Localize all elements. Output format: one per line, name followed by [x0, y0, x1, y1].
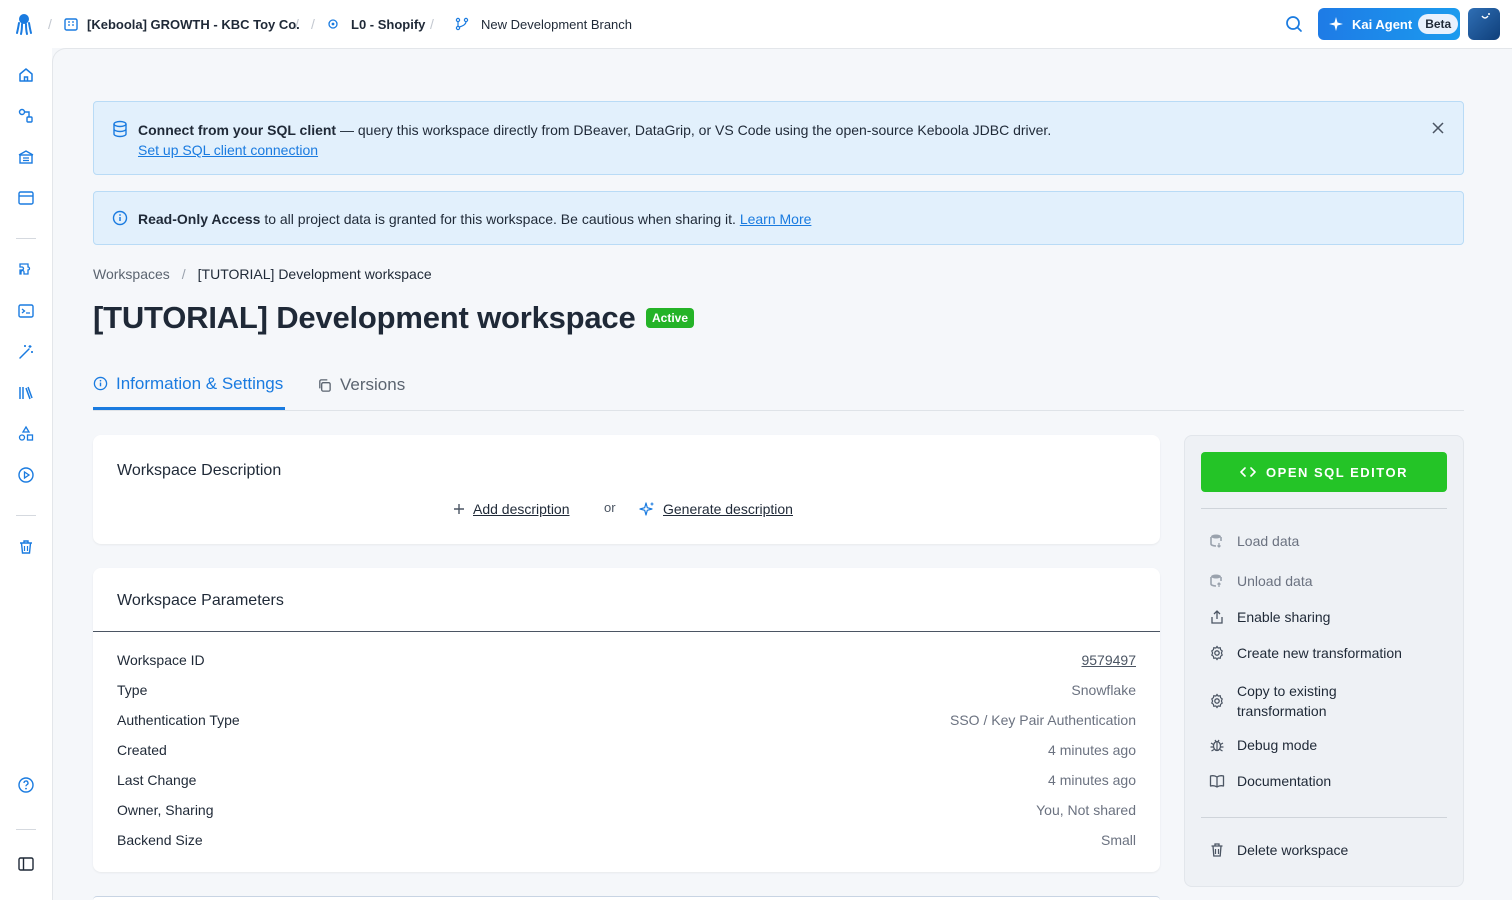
top-bar: / [Keboola] GROWTH - KBC Toy Co. / / L0 …	[0, 0, 1512, 48]
status-badge: Active	[646, 308, 695, 328]
param-row-created: Created 4 minutes ago	[117, 742, 1136, 758]
flows-icon[interactable]	[17, 107, 35, 125]
read-only-text: to all project data is granted for this …	[260, 211, 740, 227]
sparkle-icon	[639, 501, 655, 517]
copy-transformation-action[interactable]: Copy to existing transformation	[1209, 681, 1337, 721]
project-crumb[interactable]: [Keboola] GROWTH - KBC Toy Co.	[63, 0, 300, 48]
workspace-id-value[interactable]: 9579497	[1081, 652, 1136, 672]
param-row-auth-type: Authentication Type SSO / Key Pair Authe…	[117, 712, 1136, 728]
sparkle-icon	[1328, 16, 1344, 32]
play-icon[interactable]	[17, 466, 35, 484]
unload-data-action[interactable]: Unload data	[1209, 573, 1313, 589]
open-sql-editor-button[interactable]: OPEN SQL EDITOR	[1201, 452, 1447, 492]
terminal-icon[interactable]	[17, 302, 35, 320]
database-unload-icon	[1209, 573, 1225, 589]
sql-banner-text: — query this workspace directly from DBe…	[336, 122, 1052, 138]
bug-icon	[1209, 737, 1225, 753]
workspaces-icon[interactable]	[17, 189, 35, 207]
sidebar	[0, 48, 52, 900]
components-icon[interactable]	[17, 261, 35, 279]
delete-workspace-action[interactable]: Delete workspace	[1209, 842, 1348, 858]
keboola-logo-icon[interactable]	[14, 12, 34, 36]
project-icon	[63, 16, 79, 32]
storage-icon[interactable]	[17, 148, 35, 166]
documentation-action[interactable]: Documentation	[1209, 773, 1331, 789]
actions-panel: OPEN SQL EDITOR Load data Unload data En…	[1184, 435, 1464, 887]
trash-icon[interactable]	[17, 538, 35, 556]
shapes-icon[interactable]	[17, 425, 35, 443]
branch-icon	[455, 17, 469, 31]
enable-sharing-action[interactable]: Enable sharing	[1209, 609, 1330, 625]
tabs: Information & Settings Versions	[93, 360, 1464, 411]
home-icon[interactable]	[17, 66, 35, 84]
next-card-edge	[93, 896, 1160, 900]
library-icon[interactable]	[17, 384, 35, 402]
breadcrumb: Workspaces / [TUTORIAL] Development work…	[93, 266, 432, 282]
book-icon	[1209, 773, 1225, 789]
param-row-owner-sharing: Owner, Sharing You, Not shared	[117, 802, 1136, 818]
branch-crumb[interactable]: New Development Branch	[455, 0, 632, 48]
project-name: [Keboola] GROWTH - KBC Toy Co.	[87, 16, 300, 32]
copy-icon	[317, 378, 332, 393]
gear-icon	[1209, 645, 1225, 661]
folder-name: L0 - Shopify	[351, 16, 426, 32]
tab-versions[interactable]: Versions	[317, 360, 405, 410]
tab-information-settings[interactable]: Information & Settings	[93, 360, 285, 410]
share-icon	[1209, 609, 1225, 625]
avatar[interactable]	[1468, 8, 1500, 40]
shopify-icon	[327, 18, 339, 30]
generate-description-button[interactable]: Generate description	[639, 501, 793, 517]
description-card: Workspace Description Add description or…	[93, 435, 1160, 544]
breadcrumb-workspaces[interactable]: Workspaces	[93, 266, 170, 282]
magic-wand-icon[interactable]	[17, 343, 35, 361]
learn-more-link[interactable]: Learn More	[740, 211, 812, 227]
code-icon	[1240, 466, 1256, 478]
kai-agent-button[interactable]: Kai Agent Beta	[1318, 8, 1460, 40]
description-title: Workspace Description	[117, 462, 282, 479]
sidebar-toggle-icon[interactable]	[17, 855, 35, 873]
gear-icon	[1209, 693, 1225, 709]
sql-setup-link[interactable]: Set up SQL client connection	[138, 142, 318, 158]
help-icon[interactable]	[17, 776, 35, 794]
read-only-banner: Read-Only Access to all project data is …	[93, 191, 1464, 245]
branch-name: New Development Branch	[481, 16, 633, 32]
param-row-type: Type Snowflake	[117, 682, 1136, 698]
sql-client-banner: Connect from your SQL client — query thi…	[93, 101, 1464, 175]
database-icon	[112, 120, 128, 138]
info-icon	[112, 210, 128, 226]
search-icon[interactable]	[1284, 14, 1304, 34]
create-transformation-action[interactable]: Create new transformation	[1209, 645, 1402, 661]
param-row-backend-size: Backend Size Small	[117, 832, 1136, 848]
close-icon[interactable]	[1431, 121, 1445, 135]
parameters-card: Workspace Parameters Workspace ID 957949…	[93, 568, 1160, 872]
read-only-title: Read-Only Access	[138, 211, 261, 227]
or-separator: or	[604, 500, 616, 515]
breadcrumb-current: [TUTORIAL] Development workspace	[197, 266, 432, 282]
load-data-action[interactable]: Load data	[1209, 533, 1299, 549]
add-description-button[interactable]: Add description	[453, 501, 570, 517]
plus-icon	[453, 503, 465, 515]
sql-banner-title: Connect from your SQL client	[138, 122, 337, 138]
param-row-last-change: Last Change 4 minutes ago	[117, 772, 1136, 788]
info-icon	[93, 376, 108, 391]
parameters-title: Workspace Parameters	[117, 592, 284, 609]
kai-agent-label: Kai Agent	[1352, 16, 1413, 32]
folder-crumb[interactable]: L0 - Shopify	[327, 0, 425, 48]
database-load-icon	[1209, 533, 1225, 549]
page-title: [TUTORIAL] Development workspace	[93, 300, 636, 335]
beta-badge: Beta	[1418, 14, 1459, 34]
trash-icon	[1209, 842, 1225, 858]
debug-mode-action[interactable]: Debug mode	[1209, 737, 1317, 753]
param-row-workspace-id: Workspace ID 9579497	[117, 652, 1136, 672]
